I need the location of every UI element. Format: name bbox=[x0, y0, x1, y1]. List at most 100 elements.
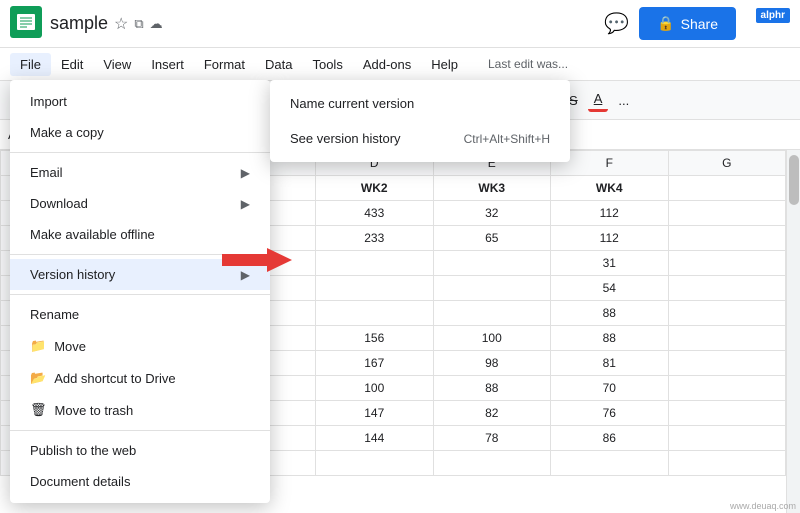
cell-g12[interactable] bbox=[668, 451, 786, 476]
menu-rename[interactable]: Rename bbox=[10, 299, 270, 330]
email-arrow: ▶ bbox=[241, 166, 250, 180]
see-version-history[interactable]: See version history Ctrl+Alt+Shift+H bbox=[270, 121, 570, 156]
menu-download[interactable]: Download ▶ bbox=[10, 188, 270, 219]
cloud-icon[interactable]: ☁ bbox=[150, 16, 163, 32]
cell-f7[interactable]: 88 bbox=[551, 326, 669, 351]
red-arrow bbox=[222, 246, 292, 274]
cell-e4[interactable] bbox=[433, 251, 551, 276]
scroll-thumb[interactable] bbox=[789, 155, 799, 205]
cell-g9[interactable] bbox=[668, 376, 786, 401]
more-options-button[interactable]: ... bbox=[612, 90, 635, 111]
cell-f3[interactable]: 112 bbox=[551, 226, 669, 251]
share-button[interactable]: 🔒 Share bbox=[639, 7, 736, 40]
cell-e3[interactable]: 65 bbox=[433, 226, 551, 251]
cell-d5[interactable] bbox=[316, 276, 434, 301]
see-history-shortcut: Ctrl+Alt+Shift+H bbox=[464, 132, 550, 146]
menu-data[interactable]: Data bbox=[255, 53, 302, 76]
cell-f8[interactable]: 81 bbox=[551, 351, 669, 376]
cell-f5[interactable]: 54 bbox=[551, 276, 669, 301]
cell-f9[interactable]: 70 bbox=[551, 376, 669, 401]
scrollbar-right[interactable] bbox=[786, 150, 800, 513]
cell-e11[interactable]: 78 bbox=[433, 426, 551, 451]
menu-make-copy[interactable]: Make a copy bbox=[10, 117, 270, 148]
cell-f10[interactable]: 76 bbox=[551, 401, 669, 426]
watermark: www.deuaq.com bbox=[730, 501, 796, 511]
cell-f11[interactable]: 86 bbox=[551, 426, 669, 451]
cell-d2[interactable]: 433 bbox=[316, 201, 434, 226]
cell-g11[interactable] bbox=[668, 426, 786, 451]
cell-e9[interactable]: 88 bbox=[433, 376, 551, 401]
move-label: Move bbox=[54, 339, 86, 354]
email-label: Email bbox=[30, 165, 63, 180]
last-edit-indicator: Last edit was... bbox=[488, 57, 568, 71]
comment-icon[interactable]: 💬 bbox=[604, 11, 629, 36]
cell-d10[interactable]: 147 bbox=[316, 401, 434, 426]
cell-e1[interactable]: WK3 bbox=[433, 176, 551, 201]
cell-d7[interactable]: 156 bbox=[316, 326, 434, 351]
doc-details-label: Document details bbox=[30, 474, 130, 489]
menu-tools[interactable]: Tools bbox=[302, 53, 352, 76]
menu-move-trash[interactable]: 🗑 Move to trash bbox=[10, 394, 270, 426]
cell-d1[interactable]: WK2 bbox=[316, 176, 434, 201]
cell-e7[interactable]: 100 bbox=[433, 326, 551, 351]
cell-f12[interactable] bbox=[551, 451, 669, 476]
menu-import[interactable]: Import bbox=[10, 86, 270, 117]
move-icon: 📁 bbox=[30, 338, 46, 354]
menu-add-shortcut[interactable]: 📂 Add shortcut to Drive bbox=[10, 362, 270, 394]
cell-g3[interactable] bbox=[668, 226, 786, 251]
menu-doc-details[interactable]: Document details bbox=[10, 466, 270, 497]
cell-f6[interactable]: 88 bbox=[551, 301, 669, 326]
menu-help[interactable]: Help bbox=[421, 53, 468, 76]
cell-g5[interactable] bbox=[668, 276, 786, 301]
cell-d12[interactable] bbox=[316, 451, 434, 476]
cell-f1[interactable]: WK4 bbox=[551, 176, 669, 201]
cell-g7[interactable] bbox=[668, 326, 786, 351]
link-icon[interactable]: ⧉ bbox=[134, 16, 143, 32]
cell-d9[interactable]: 100 bbox=[316, 376, 434, 401]
cell-f2[interactable]: 112 bbox=[551, 201, 669, 226]
arrow-svg bbox=[222, 246, 292, 274]
name-current-version[interactable]: Name current version bbox=[270, 86, 570, 121]
cell-g1[interactable] bbox=[668, 176, 786, 201]
menu-email[interactable]: Email ▶ bbox=[10, 157, 270, 188]
menu-move[interactable]: 📁 Move bbox=[10, 330, 270, 362]
star-icon[interactable]: ☆ bbox=[114, 14, 128, 34]
rename-label: Rename bbox=[30, 307, 79, 322]
cell-d11[interactable]: 144 bbox=[316, 426, 434, 451]
cell-e6[interactable] bbox=[433, 301, 551, 326]
download-arrow: ▶ bbox=[241, 197, 250, 211]
cell-g6[interactable] bbox=[668, 301, 786, 326]
version-history-menu: Name current version See version history… bbox=[270, 80, 570, 162]
cell-g4[interactable] bbox=[668, 251, 786, 276]
top-bar: sample ☆ ⧉ ☁ 💬 🔒 Share alphr bbox=[0, 0, 800, 48]
doc-title[interactable]: sample bbox=[50, 13, 108, 34]
col-header-g: G bbox=[668, 151, 786, 176]
menu-file[interactable]: File bbox=[10, 53, 51, 76]
cell-d8[interactable]: 167 bbox=[316, 351, 434, 376]
cell-e2[interactable]: 32 bbox=[433, 201, 551, 226]
menu-edit[interactable]: Edit bbox=[51, 53, 93, 76]
trash-left: 🗑 Move to trash bbox=[30, 402, 133, 418]
cell-f4[interactable]: 31 bbox=[551, 251, 669, 276]
cell-e10[interactable]: 82 bbox=[433, 401, 551, 426]
cell-e5[interactable] bbox=[433, 276, 551, 301]
cell-d3[interactable]: 233 bbox=[316, 226, 434, 251]
cell-e8[interactable]: 98 bbox=[433, 351, 551, 376]
shortcut-left: 📂 Add shortcut to Drive bbox=[30, 370, 176, 386]
lock-icon: 🔒 bbox=[657, 15, 674, 32]
font-color-button[interactable]: A bbox=[588, 88, 609, 112]
menu-addons[interactable]: Add-ons bbox=[353, 53, 421, 76]
cell-e12[interactable] bbox=[433, 451, 551, 476]
share-label: Share bbox=[681, 16, 718, 32]
cell-d6[interactable] bbox=[316, 301, 434, 326]
menu-bar: File Edit View Insert Format Data Tools … bbox=[0, 48, 800, 80]
cell-g2[interactable] bbox=[668, 201, 786, 226]
cell-g10[interactable] bbox=[668, 401, 786, 426]
cell-g8[interactable] bbox=[668, 351, 786, 376]
cell-d4[interactable] bbox=[316, 251, 434, 276]
menu-publish[interactable]: Publish to the web bbox=[10, 435, 270, 466]
title-icons: ☆ ⧉ ☁ bbox=[114, 14, 163, 34]
menu-view[interactable]: View bbox=[93, 53, 141, 76]
menu-format[interactable]: Format bbox=[194, 53, 255, 76]
menu-insert[interactable]: Insert bbox=[141, 53, 194, 76]
